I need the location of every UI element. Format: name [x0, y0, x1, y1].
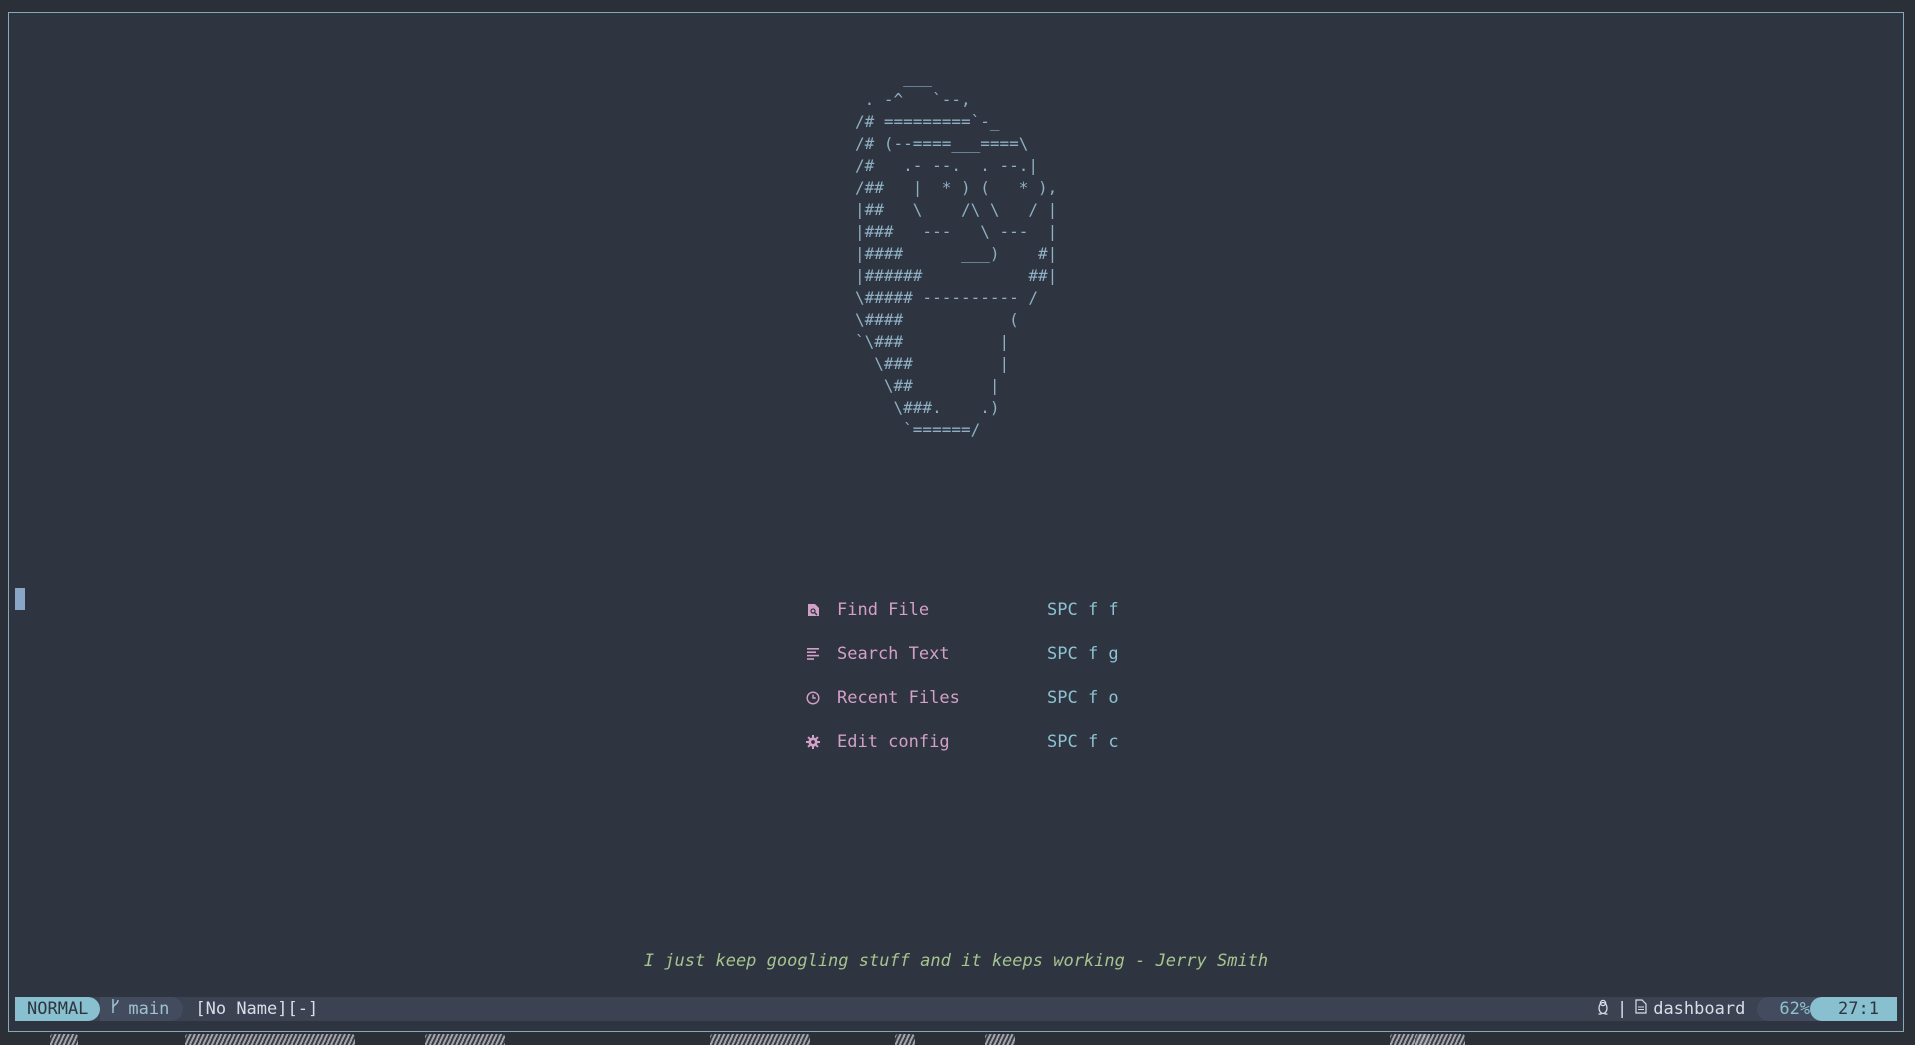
menu-item-shortcut: SPC f g: [1047, 644, 1119, 664]
gear-icon: [803, 735, 823, 749]
menu-item-shortcut: SPC f o: [1047, 688, 1119, 708]
menu-item-shortcut: SPC f f: [1047, 600, 1119, 620]
menu-item-search-text[interactable]: Search Text SPC f g: [803, 632, 1143, 676]
statusline-right: | dashboard 62% 27:1: [1597, 997, 1897, 1021]
text-cursor: [15, 588, 25, 610]
wallpaper-fragment: [1415, 1034, 1465, 1045]
dashboard-menu: Find File SPC f f Search Text SPC f g Re…: [803, 588, 1143, 764]
statusline: NORMAL main [No Name][-] | dashboard 62%…: [15, 997, 1897, 1021]
git-branch[interactable]: main: [100, 997, 184, 1021]
dashboard-quote: I just keep googling stuff and it keeps …: [643, 951, 1269, 971]
buffer-filename: [No Name][-]: [195, 999, 319, 1019]
wallpaper-fragment: [985, 1034, 1015, 1045]
menu-item-label: Recent Files: [837, 688, 960, 708]
menu-item-label: Find File: [837, 600, 930, 620]
find-file-icon: [803, 603, 823, 617]
filetype-label: dashboard: [1653, 999, 1746, 1019]
editor-window: ___ . -^ `--, /# =========`-_ /# (--====…: [8, 12, 1904, 1032]
wallpaper-fragment: [425, 1034, 505, 1045]
file-icon: [1635, 999, 1647, 1019]
mode-indicator: NORMAL: [15, 997, 101, 1021]
filetype: dashboard: [1635, 999, 1757, 1019]
dashboard-ascii-header: ___ . -^ `--, /# =========`-_ /# (--====…: [855, 68, 1058, 439]
cursor-position: 27:1: [1810, 997, 1897, 1021]
menu-item-recent-files[interactable]: Recent Files SPC f o: [803, 676, 1143, 720]
clock-icon: [803, 691, 823, 705]
menu-item-shortcut: SPC f c: [1047, 732, 1119, 752]
desktop-wallpaper: [0, 1032, 1915, 1045]
wallpaper-fragment: [895, 1034, 915, 1045]
menu-item-find-file[interactable]: Find File SPC f f: [803, 588, 1143, 632]
git-branch-icon: [110, 997, 120, 1021]
wallpaper-fragment: [710, 1034, 810, 1045]
statusline-separator: |: [1616, 999, 1628, 1019]
menu-item-label: Edit config: [837, 732, 950, 752]
menu-item-label: Search Text: [837, 644, 950, 664]
linux-tux-icon: [1597, 999, 1609, 1020]
wallpaper-fragment: [50, 1034, 78, 1045]
search-text-icon: [803, 648, 823, 660]
wallpaper-fragment: [185, 1034, 355, 1045]
branch-name: main: [128, 999, 170, 1019]
menu-item-edit-config[interactable]: Edit config SPC f c: [803, 720, 1143, 764]
